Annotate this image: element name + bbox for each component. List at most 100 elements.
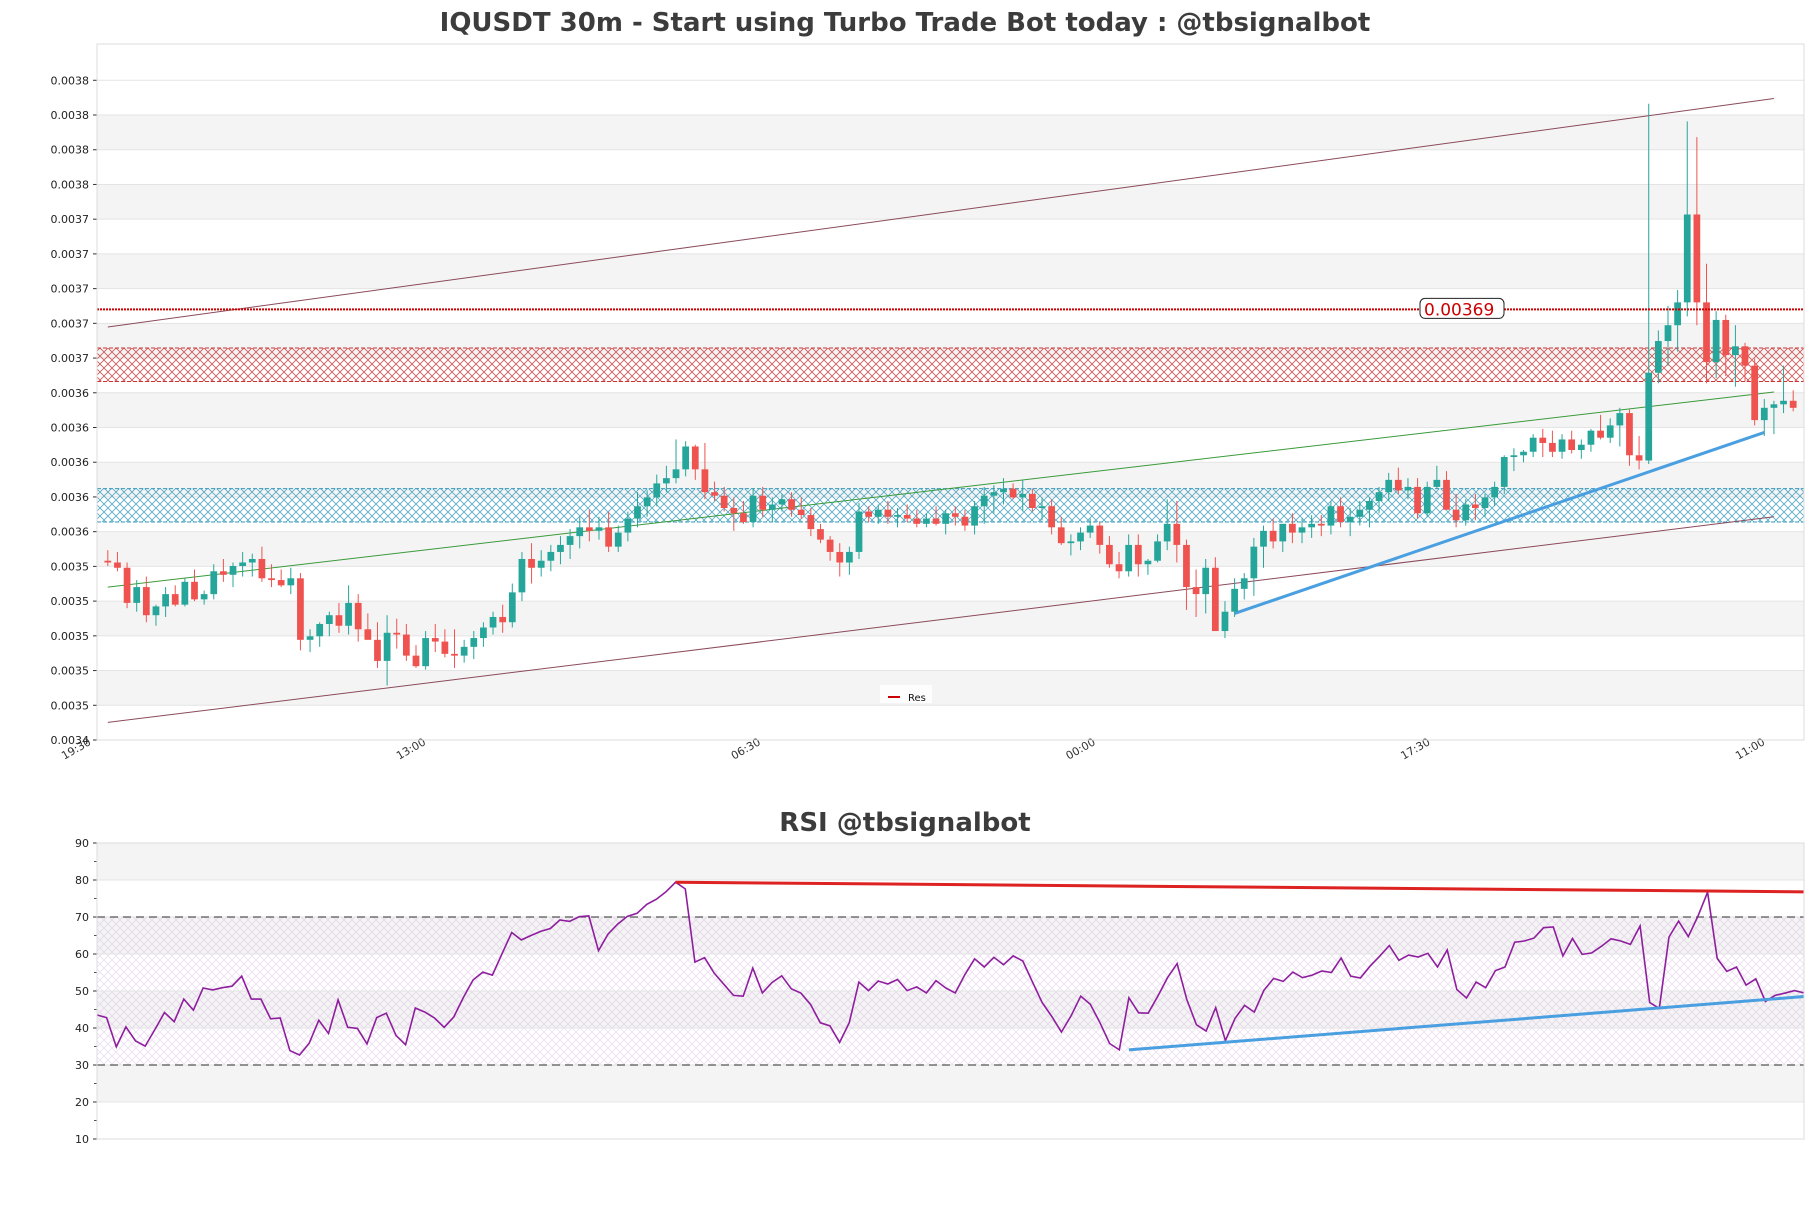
candle-body — [1096, 525, 1104, 545]
candle-body — [489, 616, 497, 628]
candle-body — [788, 499, 795, 510]
candle-body — [1000, 488, 1007, 493]
candle-body — [1491, 486, 1499, 498]
x-tick-label: 17:30 — [1398, 735, 1432, 762]
candle-body — [624, 518, 632, 533]
candle-body — [306, 636, 314, 640]
candle-body — [1125, 544, 1133, 572]
candle-body — [364, 629, 372, 640]
y-tick-label: 0.0038 — [51, 74, 90, 87]
candle-body — [1375, 492, 1383, 501]
candle-body — [1577, 444, 1585, 450]
candle — [210, 564, 218, 600]
candle-body — [1462, 504, 1470, 521]
candle-body — [1346, 516, 1354, 523]
candle-body — [1144, 560, 1152, 565]
candle-body — [1587, 430, 1595, 445]
rsi-y-tick-label: 60 — [75, 948, 89, 961]
grid-band — [97, 531, 1804, 567]
y-tick-label: 0.0038 — [51, 109, 90, 122]
candle — [1693, 137, 1701, 326]
candle-body — [470, 638, 478, 647]
candle-body — [663, 478, 670, 484]
grid-band — [97, 670, 1804, 706]
rsi-y-tick-label: 80 — [75, 874, 89, 887]
candle-body — [923, 518, 930, 524]
candle-body — [557, 544, 564, 552]
candle-body — [374, 639, 381, 661]
candle-body — [345, 602, 352, 626]
candle-body — [210, 571, 218, 595]
candle-body — [1028, 493, 1036, 508]
price-y-axis: 0.00340.00350.00350.00350.00350.00350.00… — [51, 74, 97, 747]
candle-body — [1616, 413, 1624, 426]
candle-body — [239, 562, 247, 566]
candle — [297, 573, 304, 651]
candle-body — [1221, 611, 1229, 632]
y-tick-label: 0.0037 — [51, 317, 90, 330]
candle-body — [1606, 425, 1614, 438]
y-tick-label: 0.0035 — [51, 699, 90, 712]
candle-body — [1481, 497, 1489, 508]
candle-body — [1327, 506, 1335, 526]
candle-body — [1317, 523, 1325, 526]
price-grid — [97, 79, 1804, 741]
candle-body — [682, 446, 690, 470]
candle-body — [576, 527, 584, 537]
candle-body — [1654, 341, 1662, 373]
legend-res-label: Res — [908, 693, 926, 704]
candle-body — [1452, 509, 1460, 521]
candle-body — [1683, 214, 1691, 303]
candle-body — [297, 578, 304, 640]
resistance-level: 0.00369 — [97, 297, 1804, 320]
candle-body — [1712, 319, 1720, 363]
y-tick-label: 0.0035 — [51, 665, 90, 678]
candle-body — [1231, 588, 1238, 612]
candle-body — [1183, 544, 1190, 588]
candle-body — [585, 527, 593, 531]
grid-band — [97, 253, 1804, 289]
candle-body — [1260, 530, 1267, 547]
candle-body — [711, 492, 718, 496]
candle-body — [412, 655, 420, 667]
candle-body — [990, 492, 998, 496]
candle-body — [171, 594, 179, 605]
candle — [1423, 481, 1431, 517]
rsi-grid-band — [97, 1065, 1804, 1102]
y-tick-label: 0.0036 — [51, 526, 90, 539]
y-tick-label: 0.0036 — [51, 422, 90, 435]
x-tick-label: 06:30 — [729, 735, 763, 762]
candle-body — [1693, 214, 1701, 303]
candle-body — [1173, 523, 1181, 545]
candle — [1587, 428, 1595, 452]
grid-band — [97, 115, 1804, 150]
candle-body — [855, 511, 863, 552]
candle — [1183, 539, 1190, 610]
price-zones — [97, 347, 1804, 523]
candle-body — [1086, 525, 1094, 533]
candle — [412, 645, 420, 668]
candle-body — [1057, 527, 1065, 544]
rsi-y-tick-label: 40 — [75, 1022, 89, 1035]
candle — [181, 578, 189, 607]
candle-body — [951, 513, 959, 517]
candle-body — [653, 483, 661, 498]
candle — [191, 569, 198, 602]
candle-body — [672, 469, 680, 479]
candle-body — [383, 632, 391, 661]
candle — [672, 439, 680, 484]
y-tick-label: 0.0035 — [51, 595, 90, 608]
candle — [1211, 557, 1219, 632]
candle-body — [614, 532, 622, 547]
candle-body — [1751, 365, 1759, 421]
x-tick-label: 11:00 — [1733, 735, 1767, 762]
candle-body — [162, 594, 169, 607]
candle-body — [961, 516, 969, 526]
candle-body — [1385, 479, 1393, 493]
candle-body — [460, 646, 468, 656]
candle-body — [740, 513, 747, 523]
resistance-zone — [97, 348, 1804, 382]
grid-band — [97, 392, 1804, 428]
rsi-y-tick-label: 20 — [75, 1096, 89, 1109]
candle-body — [537, 560, 545, 568]
